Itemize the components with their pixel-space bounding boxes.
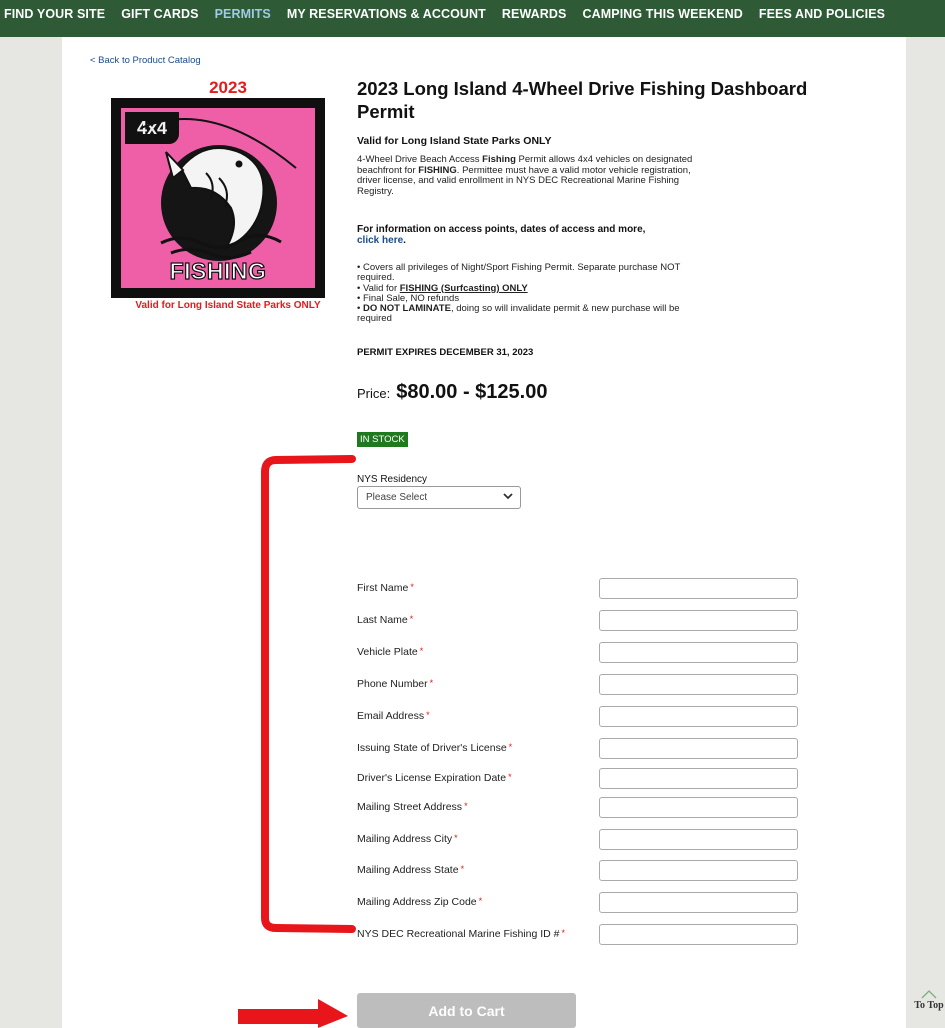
field-label-text: Mailing Address Zip Code: [357, 896, 477, 908]
field-input[interactable]: [599, 610, 798, 631]
field-input[interactable]: [599, 706, 798, 727]
residency-select[interactable]: Please Select: [357, 486, 521, 509]
required-marker: *: [561, 928, 566, 938]
field-label-text: Driver's License Expiration Date: [357, 772, 507, 784]
field-label: Phone Number *: [357, 678, 433, 690]
nav-rewards[interactable]: REWARDS: [494, 7, 575, 21]
field-label-text: First Name: [357, 582, 409, 594]
required-marker: *: [460, 864, 465, 874]
form-row: Phone Number *: [357, 674, 802, 696]
to-top-button[interactable]: To Top: [913, 990, 945, 1011]
product-description: 4-Wheel Drive Beach Access Fishing Permi…: [357, 154, 693, 197]
required-marker: *: [409, 614, 414, 624]
field-input[interactable]: [599, 738, 798, 759]
field-label-text: Phone Number: [357, 678, 428, 690]
click-here-link[interactable]: click here: [357, 235, 403, 246]
form-row: Mailing Address State *: [357, 860, 802, 882]
field-input[interactable]: [599, 578, 798, 599]
top-navigation: FIND YOUR SITE GIFT CARDS PERMITS MY RES…: [0, 0, 945, 37]
permit-image-background: 4x4 FISHING: [121, 108, 315, 288]
field-input[interactable]: [599, 829, 798, 850]
fishing-word: FISHING: [169, 257, 267, 284]
field-label-text: Vehicle Plate: [357, 646, 418, 658]
form-row: NYS DEC Recreational Marine Fishing ID #…: [357, 924, 802, 946]
nav-find-your-site[interactable]: FIND YOUR SITE: [0, 7, 113, 21]
required-marker: *: [478, 896, 483, 906]
nav-permits[interactable]: PERMITS: [207, 7, 279, 21]
field-label-text: Last Name: [357, 614, 408, 626]
field-label-text: Email Address: [357, 710, 425, 722]
required-marker: *: [419, 646, 424, 656]
bullet-item: • DO NOT LAMINATE, doing so will invalid…: [357, 303, 680, 325]
nav-gift-cards[interactable]: GIFT CARDS: [113, 7, 206, 21]
access-info: For information on access points, dates …: [357, 224, 646, 246]
valid-note: Valid for Long Island State Parks ONLY: [357, 135, 552, 147]
field-label: NYS DEC Recreational Marine Fishing ID #…: [357, 928, 565, 940]
price-value: $80.00 - $125.00: [396, 381, 548, 403]
required-marker: *: [464, 801, 468, 811]
chevron-down-icon: [503, 493, 513, 500]
form-row: Last Name *: [357, 610, 802, 632]
required-marker: *: [410, 582, 414, 592]
add-to-cart-button[interactable]: Add to Cart: [357, 993, 576, 1028]
permit-image: 4x4 FISHING: [111, 98, 325, 298]
nav-camping-this-weekend[interactable]: CAMPING THIS WEEKEND: [574, 7, 750, 21]
form-row: Email Address *: [357, 706, 802, 728]
required-marker: *: [508, 772, 512, 782]
form-row: Driver's License Expiration Date *: [357, 768, 802, 790]
form-row: Issuing State of Driver's License *: [357, 738, 802, 760]
back-to-catalog-link[interactable]: < Back to Product Catalog: [90, 55, 201, 66]
stock-badge: IN STOCK: [357, 432, 408, 447]
field-label-text: Mailing Address State: [357, 864, 459, 876]
residency-selected-value: Please Select: [366, 492, 428, 503]
form-row: Mailing Address Zip Code *: [357, 892, 802, 914]
residency-label: NYS Residency: [357, 474, 428, 485]
chevron-up-icon: [921, 990, 937, 999]
field-label: Driver's License Expiration Date *: [357, 772, 512, 784]
field-label-text: Mailing Address City: [357, 833, 453, 845]
field-label: Mailing Address Zip Code *: [357, 896, 482, 908]
permit-expiration: PERMIT EXPIRES DECEMBER 31, 2023: [357, 347, 534, 358]
product-title: 2023 Long Island 4-Wheel Drive Fishing D…: [357, 78, 808, 122]
field-label: Email Address *: [357, 710, 430, 722]
field-input[interactable]: [599, 674, 798, 695]
bullet-item: • Covers all privileges of Night/Sport F…: [357, 262, 681, 284]
field-input[interactable]: [599, 642, 798, 663]
price-label: Price:: [357, 386, 391, 401]
field-input[interactable]: [599, 892, 798, 913]
nav-my-reservations[interactable]: MY RESERVATIONS & ACCOUNT: [279, 7, 494, 21]
field-label: Mailing Street Address *: [357, 801, 468, 813]
form-row: First Name *: [357, 578, 802, 600]
form-row: Mailing Street Address *: [357, 797, 802, 819]
field-input[interactable]: [599, 768, 798, 789]
required-marker: *: [508, 742, 513, 752]
required-marker: *: [429, 678, 434, 688]
field-label: Last Name *: [357, 614, 413, 626]
field-input[interactable]: [599, 860, 798, 881]
field-input[interactable]: [599, 797, 798, 818]
form-row: Vehicle Plate *: [357, 642, 802, 664]
nav-fees-and-policies[interactable]: FEES AND POLICIES: [751, 7, 893, 21]
required-marker: *: [426, 710, 430, 720]
form-row: Mailing Address City *: [357, 829, 802, 851]
required-marker: *: [454, 833, 458, 843]
field-input[interactable]: [599, 924, 798, 945]
field-label: Mailing Address City *: [357, 833, 458, 845]
field-label-text: NYS DEC Recreational Marine Fishing ID #: [357, 928, 560, 940]
permit-bullets: • Covers all privileges of Night/Sport F…: [357, 262, 697, 325]
field-label-text: Issuing State of Driver's License: [357, 742, 507, 754]
price: Price: $80.00 - $125.00: [357, 381, 547, 404]
field-label: Mailing Address State *: [357, 864, 464, 876]
field-label-text: Mailing Street Address: [357, 801, 463, 813]
to-top-label: To Top: [914, 1000, 944, 1011]
field-label: Issuing State of Driver's License *: [357, 742, 512, 754]
field-label: First Name *: [357, 582, 414, 594]
permit-year: 2023: [209, 78, 247, 97]
field-label: Vehicle Plate *: [357, 646, 423, 658]
image-caption: Valid for Long Island State Parks ONLY: [135, 300, 321, 311]
